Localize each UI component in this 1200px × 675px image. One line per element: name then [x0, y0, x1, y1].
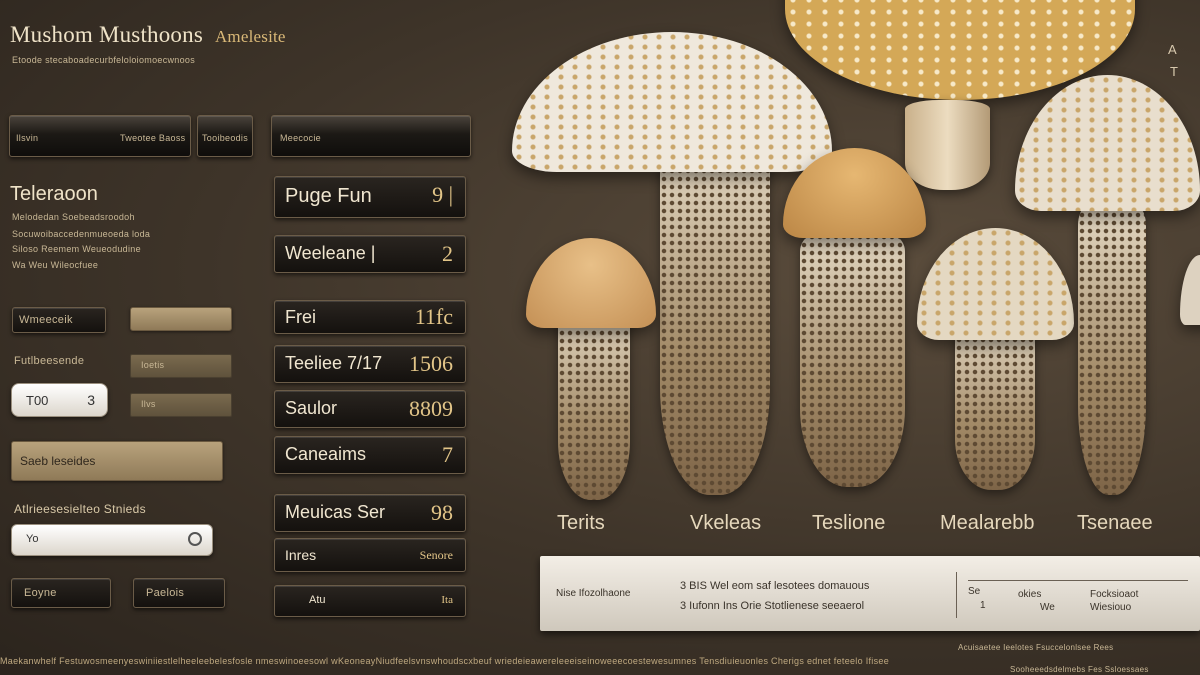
data-row-3-label: Frei [285, 307, 316, 327]
data-row-3-value: 11fc [414, 304, 453, 329]
info-panel-col3-a: Focksioaot [1090, 589, 1139, 600]
data-row-4[interactable]: Teeliee 7/17 1506 [274, 345, 466, 383]
toolbar-field-search[interactable]: Meecocie [271, 115, 471, 157]
data-row-8[interactable]: Inres Senore [274, 538, 466, 572]
data-row-9-value: Ita [441, 594, 453, 606]
toolbar-field-search-label: Meecocie [280, 133, 321, 143]
section-heading: Teleraoon [10, 183, 98, 205]
mushroom-cap-right-middle [917, 228, 1074, 340]
data-row-9-label: Atu [309, 594, 326, 606]
data-row-3[interactable]: Frei 11fc [274, 300, 466, 334]
data-row-2-label: Weeleane | [285, 243, 376, 263]
khaki-field-2-label: Ilvs [141, 399, 156, 409]
app-title: Mushom Musthoons Amelesite [10, 22, 286, 48]
info-panel-line-2: 3 Iufonn Ins Orie Stotlienese seeaerol [680, 600, 865, 612]
mushroom-label-3: Teslione [812, 512, 886, 534]
info-panel: Nise Ifozolhaone 3 BIS Wel eom saf lesot… [540, 556, 1200, 631]
controls-section-label: Futlbeesende [14, 355, 85, 367]
stepper-end-value: 3 [87, 392, 95, 408]
secondary-button-right-label: Paelois [146, 587, 185, 599]
search-section-label: Atlrieesesielteo Stnieds [14, 502, 146, 516]
search-input-value: Yo [26, 533, 39, 545]
mushroom-stem-large-top [905, 100, 990, 190]
app-subtitle: Etoode stecaboadecurbfeloloiomoecwnoos [12, 55, 196, 65]
toolbar-field-primary-value: Tweotee Baoss [120, 133, 186, 143]
toolbar-field-primary-label: Ilsvin [16, 133, 39, 143]
footer-right-top: Acuisaetee Ieelotes Fsuccelonlsee Rees [958, 643, 1114, 652]
data-row-6-label: Caneaims [285, 444, 367, 464]
tag-button-label: Wmeeceik [19, 314, 73, 326]
mushroom-stem-middle [800, 225, 905, 487]
mushroom-stem-tall [660, 135, 770, 495]
search-icon[interactable] [188, 532, 202, 546]
data-row-7-label: Meuicas Ser [285, 502, 386, 522]
info-panel-line-1: 3 BIS Wel eom saf lesotees domauous [680, 580, 870, 592]
search-input[interactable]: Yo [11, 524, 213, 556]
mushroom-stem-far-right [1078, 195, 1146, 495]
toolbar-field-secondary[interactable]: Tooibeodis [197, 115, 253, 157]
secondary-button-left[interactable]: Eoyne [11, 578, 111, 608]
data-row-7-value: 98 [431, 500, 453, 525]
mushroom-label-1: Terits [557, 512, 605, 534]
mushroom-label-5: Tsenaee [1077, 512, 1153, 534]
khaki-field-1-label: Ioetis [141, 360, 165, 370]
footer-right-bottom: Sooheeedsdelmebs Fes Ssloessaes [1010, 665, 1149, 674]
data-row-4-value: 1506 [409, 351, 453, 376]
info-panel-title: Nise Ifozolhaone [556, 588, 631, 599]
secondary-button-left-label: Eoyne [24, 587, 57, 599]
data-row-1-label: Puge Fun [285, 185, 372, 207]
tag-button[interactable]: Wmeeceik [12, 307, 106, 333]
toolbar-field-primary[interactable]: Ilsvin Tweotee Baoss [9, 115, 191, 157]
data-row-6-value: 7 [442, 442, 453, 467]
info-panel-col2-a: okies [1018, 589, 1042, 600]
data-row-2[interactable]: Weeleane | 2 [274, 235, 466, 273]
mushroom-cap-small [526, 238, 656, 328]
data-row-5[interactable]: Saulor 8809 [274, 390, 466, 428]
data-row-6[interactable]: Caneaims 7 [274, 436, 466, 474]
mushroom-label-4: Mealarebb [940, 512, 1035, 534]
khaki-field-1[interactable]: Ioetis [130, 354, 232, 378]
primary-tan-button[interactable]: Saeb leseides [11, 441, 223, 481]
section-line-3: Siloso Reemem Weueodudine [12, 244, 141, 254]
toolbar-field-secondary-label: Tooibeodis [202, 133, 249, 143]
data-row-2-value: 2 [442, 241, 453, 266]
stepper-input[interactable]: T00 3 [11, 383, 108, 417]
data-row-7[interactable]: Meuicas Ser 98 [274, 494, 466, 532]
app-title-suffix: Amelesite [214, 27, 286, 46]
corner-mark-t: T [1170, 64, 1178, 79]
info-panel-col1-b: 1 [980, 600, 986, 611]
data-row-5-value: 8809 [409, 396, 453, 421]
info-panel-rule [968, 580, 1188, 581]
data-row-1[interactable]: Puge Fun 9 | [274, 176, 466, 218]
khaki-field-2[interactable]: Ilvs [130, 393, 232, 417]
stepper-value: T00 [26, 393, 49, 408]
data-row-5-label: Saulor [285, 398, 338, 418]
app-title-text: Mushom Musthoons [10, 22, 203, 47]
mushroom-cap-tall [512, 32, 832, 172]
primary-tan-button-label: Saeb leseides [20, 454, 96, 468]
tan-slider-bar[interactable] [130, 307, 232, 331]
info-panel-divider [956, 572, 957, 618]
mushroom-stem-small [558, 305, 630, 500]
section-line-1: Melodedan Soebeadsroodoh [12, 212, 135, 222]
secondary-button-right[interactable]: Paelois [133, 578, 225, 608]
mushroom-illustration [500, 0, 1200, 540]
info-panel-col2-b: We [1040, 602, 1055, 613]
data-row-1-value: 9 | [432, 182, 453, 207]
section-line-4: Wa Weu Wileocfuee [12, 260, 99, 270]
info-panel-col3-b: Wiesiouo [1090, 602, 1132, 613]
info-panel-col1-a: Se [968, 586, 981, 597]
mushroom-cap-far-right [1015, 75, 1200, 211]
data-row-4-label: Teeliee 7/17 [285, 353, 383, 373]
corner-mark-a: A [1168, 42, 1177, 57]
mushroom-label-2: Vkeleas [690, 512, 762, 534]
mushroom-cap-edge [1180, 255, 1200, 325]
data-row-8-label: Inres [285, 547, 317, 563]
mushroom-stem-right-middle [955, 320, 1035, 490]
data-row-9[interactable]: Atu Ita [274, 585, 466, 617]
data-row-8-value: Senore [419, 548, 453, 562]
section-line-2: Socuwoibaccedenmueoeda loda [12, 229, 151, 239]
